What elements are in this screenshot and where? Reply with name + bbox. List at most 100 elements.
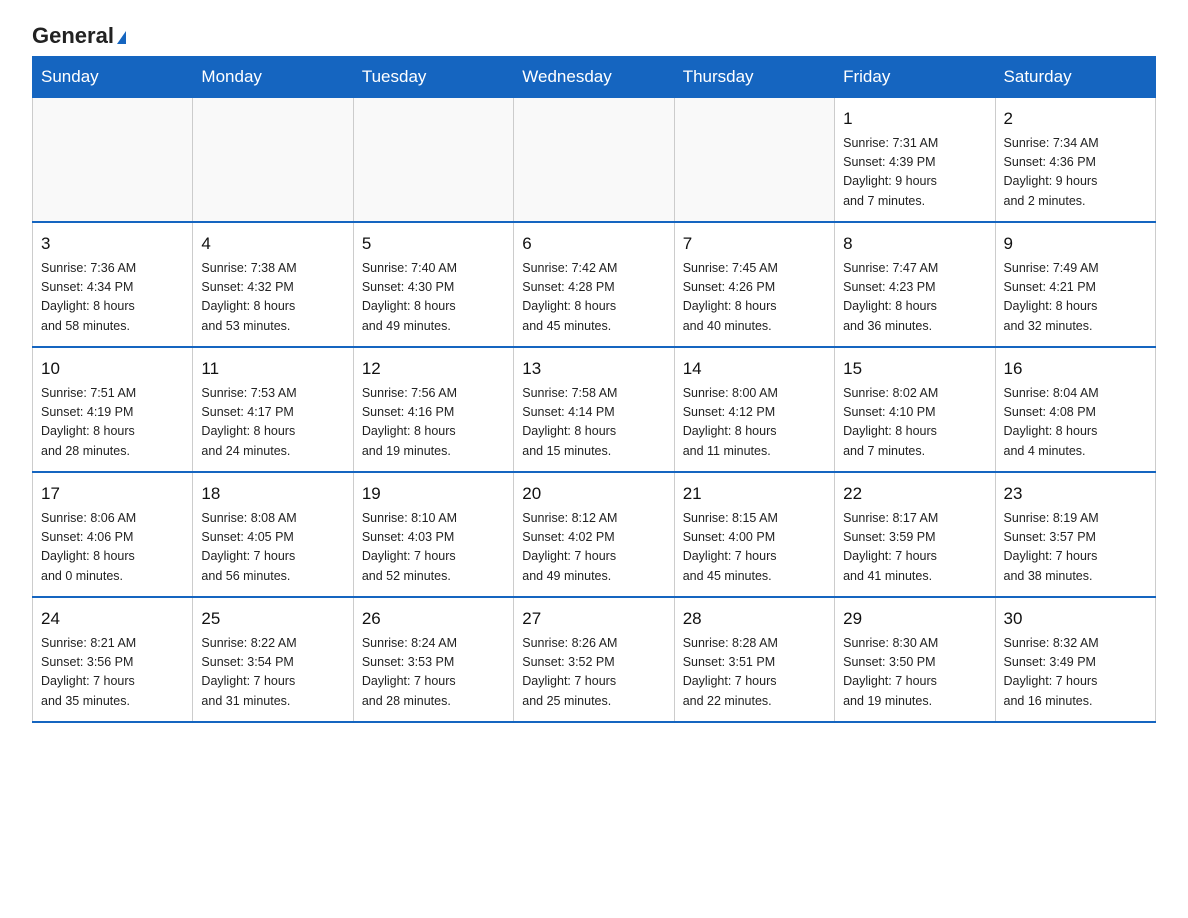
day-number: 15 [843, 356, 986, 382]
day-number: 29 [843, 606, 986, 632]
day-number: 27 [522, 606, 665, 632]
calendar-header-row: SundayMondayTuesdayWednesdayThursdayFrid… [33, 57, 1156, 98]
calendar-cell [193, 98, 353, 223]
day-sun-info: Sunrise: 7:49 AM Sunset: 4:21 PM Dayligh… [1004, 259, 1147, 337]
calendar-cell: 29Sunrise: 8:30 AM Sunset: 3:50 PM Dayli… [835, 597, 995, 722]
day-number: 7 [683, 231, 826, 257]
day-number: 28 [683, 606, 826, 632]
day-sun-info: Sunrise: 8:26 AM Sunset: 3:52 PM Dayligh… [522, 634, 665, 712]
day-sun-info: Sunrise: 8:15 AM Sunset: 4:00 PM Dayligh… [683, 509, 826, 587]
day-sun-info: Sunrise: 7:45 AM Sunset: 4:26 PM Dayligh… [683, 259, 826, 337]
calendar-cell [514, 98, 674, 223]
day-sun-info: Sunrise: 8:21 AM Sunset: 3:56 PM Dayligh… [41, 634, 184, 712]
day-number: 30 [1004, 606, 1147, 632]
day-sun-info: Sunrise: 8:24 AM Sunset: 3:53 PM Dayligh… [362, 634, 505, 712]
calendar-cell: 24Sunrise: 8:21 AM Sunset: 3:56 PM Dayli… [33, 597, 193, 722]
calendar-cell: 7Sunrise: 7:45 AM Sunset: 4:26 PM Daylig… [674, 222, 834, 347]
calendar-cell: 2Sunrise: 7:34 AM Sunset: 4:36 PM Daylig… [995, 98, 1155, 223]
calendar-cell: 13Sunrise: 7:58 AM Sunset: 4:14 PM Dayli… [514, 347, 674, 472]
day-number: 6 [522, 231, 665, 257]
day-number: 3 [41, 231, 184, 257]
calendar-week-row: 24Sunrise: 8:21 AM Sunset: 3:56 PM Dayli… [33, 597, 1156, 722]
day-sun-info: Sunrise: 8:30 AM Sunset: 3:50 PM Dayligh… [843, 634, 986, 712]
day-sun-info: Sunrise: 8:06 AM Sunset: 4:06 PM Dayligh… [41, 509, 184, 587]
day-sun-info: Sunrise: 8:00 AM Sunset: 4:12 PM Dayligh… [683, 384, 826, 462]
day-sun-info: Sunrise: 8:10 AM Sunset: 4:03 PM Dayligh… [362, 509, 505, 587]
calendar-cell: 10Sunrise: 7:51 AM Sunset: 4:19 PM Dayli… [33, 347, 193, 472]
calendar-cell: 28Sunrise: 8:28 AM Sunset: 3:51 PM Dayli… [674, 597, 834, 722]
calendar-cell: 4Sunrise: 7:38 AM Sunset: 4:32 PM Daylig… [193, 222, 353, 347]
day-sun-info: Sunrise: 7:38 AM Sunset: 4:32 PM Dayligh… [201, 259, 344, 337]
calendar-cell: 9Sunrise: 7:49 AM Sunset: 4:21 PM Daylig… [995, 222, 1155, 347]
day-number: 21 [683, 481, 826, 507]
weekday-header-wednesday: Wednesday [514, 57, 674, 98]
weekday-header-friday: Friday [835, 57, 995, 98]
day-number: 4 [201, 231, 344, 257]
calendar-cell: 30Sunrise: 8:32 AM Sunset: 3:49 PM Dayli… [995, 597, 1155, 722]
calendar-table: SundayMondayTuesdayWednesdayThursdayFrid… [32, 56, 1156, 723]
calendar-cell: 23Sunrise: 8:19 AM Sunset: 3:57 PM Dayli… [995, 472, 1155, 597]
calendar-week-row: 17Sunrise: 8:06 AM Sunset: 4:06 PM Dayli… [33, 472, 1156, 597]
day-number: 26 [362, 606, 505, 632]
day-sun-info: Sunrise: 8:17 AM Sunset: 3:59 PM Dayligh… [843, 509, 986, 587]
day-sun-info: Sunrise: 8:02 AM Sunset: 4:10 PM Dayligh… [843, 384, 986, 462]
day-number: 18 [201, 481, 344, 507]
day-number: 11 [201, 356, 344, 382]
calendar-cell: 11Sunrise: 7:53 AM Sunset: 4:17 PM Dayli… [193, 347, 353, 472]
day-sun-info: Sunrise: 7:36 AM Sunset: 4:34 PM Dayligh… [41, 259, 184, 337]
calendar-cell: 1Sunrise: 7:31 AM Sunset: 4:39 PM Daylig… [835, 98, 995, 223]
day-sun-info: Sunrise: 8:28 AM Sunset: 3:51 PM Dayligh… [683, 634, 826, 712]
calendar-cell [674, 98, 834, 223]
calendar-cell: 8Sunrise: 7:47 AM Sunset: 4:23 PM Daylig… [835, 222, 995, 347]
day-sun-info: Sunrise: 7:31 AM Sunset: 4:39 PM Dayligh… [843, 134, 986, 212]
calendar-cell: 5Sunrise: 7:40 AM Sunset: 4:30 PM Daylig… [353, 222, 513, 347]
day-number: 23 [1004, 481, 1147, 507]
calendar-week-row: 10Sunrise: 7:51 AM Sunset: 4:19 PM Dayli… [33, 347, 1156, 472]
calendar-cell: 16Sunrise: 8:04 AM Sunset: 4:08 PM Dayli… [995, 347, 1155, 472]
day-number: 8 [843, 231, 986, 257]
logo: General [32, 24, 126, 46]
day-sun-info: Sunrise: 8:12 AM Sunset: 4:02 PM Dayligh… [522, 509, 665, 587]
day-number: 16 [1004, 356, 1147, 382]
calendar-cell: 20Sunrise: 8:12 AM Sunset: 4:02 PM Dayli… [514, 472, 674, 597]
weekday-header-thursday: Thursday [674, 57, 834, 98]
day-sun-info: Sunrise: 7:58 AM Sunset: 4:14 PM Dayligh… [522, 384, 665, 462]
day-number: 24 [41, 606, 184, 632]
day-number: 5 [362, 231, 505, 257]
day-number: 9 [1004, 231, 1147, 257]
day-sun-info: Sunrise: 7:51 AM Sunset: 4:19 PM Dayligh… [41, 384, 184, 462]
day-number: 1 [843, 106, 986, 132]
day-number: 10 [41, 356, 184, 382]
calendar-cell [353, 98, 513, 223]
day-number: 19 [362, 481, 505, 507]
logo-triangle-icon [117, 31, 126, 44]
day-sun-info: Sunrise: 7:56 AM Sunset: 4:16 PM Dayligh… [362, 384, 505, 462]
calendar-cell: 22Sunrise: 8:17 AM Sunset: 3:59 PM Dayli… [835, 472, 995, 597]
day-sun-info: Sunrise: 7:53 AM Sunset: 4:17 PM Dayligh… [201, 384, 344, 462]
calendar-cell: 3Sunrise: 7:36 AM Sunset: 4:34 PM Daylig… [33, 222, 193, 347]
calendar-cell: 14Sunrise: 8:00 AM Sunset: 4:12 PM Dayli… [674, 347, 834, 472]
day-sun-info: Sunrise: 8:04 AM Sunset: 4:08 PM Dayligh… [1004, 384, 1147, 462]
logo-line1: General [32, 24, 126, 48]
day-sun-info: Sunrise: 8:19 AM Sunset: 3:57 PM Dayligh… [1004, 509, 1147, 587]
day-sun-info: Sunrise: 7:34 AM Sunset: 4:36 PM Dayligh… [1004, 134, 1147, 212]
calendar-cell: 12Sunrise: 7:56 AM Sunset: 4:16 PM Dayli… [353, 347, 513, 472]
day-number: 2 [1004, 106, 1147, 132]
weekday-header-saturday: Saturday [995, 57, 1155, 98]
calendar-cell: 18Sunrise: 8:08 AM Sunset: 4:05 PM Dayli… [193, 472, 353, 597]
day-number: 22 [843, 481, 986, 507]
day-sun-info: Sunrise: 7:47 AM Sunset: 4:23 PM Dayligh… [843, 259, 986, 337]
day-number: 20 [522, 481, 665, 507]
calendar-cell: 26Sunrise: 8:24 AM Sunset: 3:53 PM Dayli… [353, 597, 513, 722]
calendar-week-row: 3Sunrise: 7:36 AM Sunset: 4:34 PM Daylig… [33, 222, 1156, 347]
weekday-header-tuesday: Tuesday [353, 57, 513, 98]
calendar-cell: 19Sunrise: 8:10 AM Sunset: 4:03 PM Dayli… [353, 472, 513, 597]
day-sun-info: Sunrise: 8:08 AM Sunset: 4:05 PM Dayligh… [201, 509, 344, 587]
calendar-cell [33, 98, 193, 223]
calendar-cell: 27Sunrise: 8:26 AM Sunset: 3:52 PM Dayli… [514, 597, 674, 722]
day-sun-info: Sunrise: 7:42 AM Sunset: 4:28 PM Dayligh… [522, 259, 665, 337]
calendar-week-row: 1Sunrise: 7:31 AM Sunset: 4:39 PM Daylig… [33, 98, 1156, 223]
day-number: 13 [522, 356, 665, 382]
calendar-cell: 17Sunrise: 8:06 AM Sunset: 4:06 PM Dayli… [33, 472, 193, 597]
day-sun-info: Sunrise: 8:32 AM Sunset: 3:49 PM Dayligh… [1004, 634, 1147, 712]
